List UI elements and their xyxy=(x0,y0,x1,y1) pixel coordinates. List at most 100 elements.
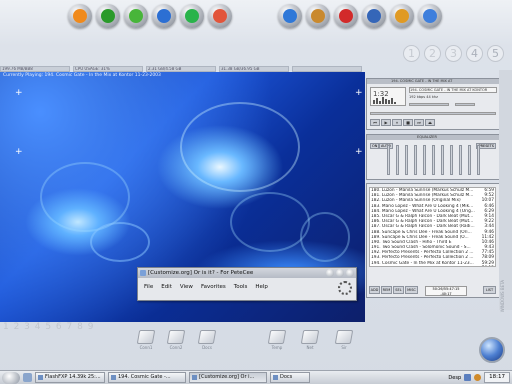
top-dock-left xyxy=(68,4,232,30)
eq-band-slider[interactable] xyxy=(477,145,480,175)
desktop-1-button[interactable]: 1 xyxy=(403,45,420,62)
eq-band-slider[interactable] xyxy=(450,145,453,175)
eq-band-slider[interactable] xyxy=(441,145,444,175)
winamp-visualizer: 1:32 xyxy=(370,87,406,106)
settings-icon[interactable] xyxy=(362,4,386,28)
play-button[interactable]: ▶ xyxy=(381,119,391,126)
winamp-titlebar[interactable]: 194. COSMIC GATE - IN THE MIX AT xyxy=(367,79,499,84)
playlist-list[interactable]: 180. Luzon - Manila Sunrise (Markus Schu… xyxy=(369,187,496,267)
launcher-label: Net xyxy=(306,345,314,350)
menu-view[interactable]: View xyxy=(180,284,193,290)
browser-menubar: File Edit View Favorites Tools Help xyxy=(138,278,356,290)
task-app-icon xyxy=(273,375,278,380)
eq-band-slider[interactable] xyxy=(459,145,462,175)
face-icon[interactable] xyxy=(306,4,330,28)
browser-titlebar[interactable]: [Customize.org] Or is it? - For PeteCee xyxy=(138,268,356,278)
volume-slider[interactable] xyxy=(409,103,449,106)
task-docs[interactable]: Docs xyxy=(270,372,310,383)
eq-on-button[interactable]: ON xyxy=(370,143,380,149)
desktop-5-button[interactable]: 5 xyxy=(487,45,504,62)
winamp-controls: ⏮ ▶ ⏸ ■ ⏭ ⏏ xyxy=(370,119,435,126)
quicklaunch-icon[interactable] xyxy=(23,373,32,382)
seek-bar[interactable] xyxy=(370,112,496,115)
next-button[interactable]: ⏭ xyxy=(414,119,424,126)
net-launcher[interactable]: Net xyxy=(299,330,321,350)
stop-button[interactable]: ■ xyxy=(403,119,413,126)
browser-e-icon[interactable] xyxy=(152,4,176,28)
eq-band-slider[interactable] xyxy=(432,145,435,175)
monitor-icon[interactable] xyxy=(96,4,120,28)
conn2-launcher[interactable]: Conn2 xyxy=(165,330,187,350)
menu-file[interactable]: File xyxy=(144,284,153,290)
winamp-icon[interactable] xyxy=(208,4,232,28)
start-button[interactable] xyxy=(2,371,20,384)
menu-help[interactable]: Help xyxy=(255,284,268,290)
minimize-button[interactable] xyxy=(326,269,334,277)
browser-window[interactable]: [Customize.org] Or is it? - For PeteCee … xyxy=(137,267,357,301)
task-winamp[interactable]: 194. Cosmic Gate -... xyxy=(108,372,186,383)
sir-launcher[interactable]: Sir xyxy=(333,330,355,350)
browser-title: [Customize.org] Or is it? - For PeteCee xyxy=(148,270,254,276)
folder-icon xyxy=(334,330,354,344)
desktop-2-button[interactable]: 2 xyxy=(424,45,441,62)
conn1-launcher[interactable]: Conn1 xyxy=(135,330,157,350)
eq-band-slider[interactable] xyxy=(405,145,408,175)
eq-band-slider[interactable] xyxy=(468,145,471,175)
desktop-4-button[interactable]: 4 xyxy=(466,45,483,62)
lightning-icon[interactable] xyxy=(390,4,414,28)
close-button[interactable] xyxy=(346,269,354,277)
tray-icon[interactable] xyxy=(464,374,472,381)
folder-icon xyxy=(300,330,320,344)
playlist-sel-button[interactable]: SEL xyxy=(393,286,404,294)
network-users-icon[interactable] xyxy=(278,4,302,28)
winamp-equalizer[interactable]: EQUALIZER ON AUTO PRESETS xyxy=(366,134,500,180)
equalizer-titlebar[interactable]: EQUALIZER xyxy=(367,135,499,140)
eject-button[interactable]: ⏏ xyxy=(425,119,435,126)
system-tray: Desp 18:17 xyxy=(448,372,510,383)
play-icon[interactable] xyxy=(418,4,442,28)
tray-icon[interactable] xyxy=(474,374,482,381)
taskbar: FlashFXP 14.39k 25:... 194. Cosmic Gate … xyxy=(0,370,512,384)
playlist-rem-button[interactable]: REM xyxy=(381,286,392,294)
playlist-row[interactable]: 195. VA - CD1 mixed by Markus Gardeweg76… xyxy=(370,266,495,267)
launcher-label: Conn1 xyxy=(139,345,153,350)
task-browser[interactable]: [Customize.org] Or i... xyxy=(189,372,267,383)
globe-icon[interactable] xyxy=(479,337,505,363)
balance-slider[interactable] xyxy=(455,103,475,106)
eq-band-slider[interactable] xyxy=(396,145,399,175)
maximize-button[interactable] xyxy=(336,269,344,277)
winamp-playlist[interactable]: 180. Luzon - Manila Sunrise (Markus Schu… xyxy=(366,183,500,298)
folder-icon xyxy=(136,330,156,344)
desk-label[interactable]: Desp xyxy=(448,375,461,381)
playlist-misc-button[interactable]: MISC xyxy=(405,286,418,294)
eq-preamp-slider[interactable] xyxy=(387,145,390,175)
monitor-icon-glyph xyxy=(101,9,115,23)
eq-band-slider[interactable] xyxy=(423,145,426,175)
task-flashfxp[interactable]: FlashFXP 14.39k 25:... xyxy=(35,372,105,383)
pause-button[interactable]: ⏸ xyxy=(392,119,402,126)
playlist-add-button[interactable]: ADD xyxy=(369,286,380,294)
icq-flower-icon[interactable] xyxy=(124,4,148,28)
plus-icon: + xyxy=(355,147,363,157)
compass-icon-glyph xyxy=(339,9,353,23)
top-dock-right xyxy=(278,4,442,30)
playlist-list-button[interactable]: LIST xyxy=(483,286,496,294)
side-vertical-text: WINDOWS BETA xyxy=(500,280,505,313)
winamp-main-window[interactable]: 194. COSMIC GATE - IN THE MIX AT 1:32 19… xyxy=(366,78,500,130)
folder-icon xyxy=(166,330,186,344)
playlist-time-display: 50:26/55:47:15 -40:17 xyxy=(425,286,467,296)
x-app-icon[interactable] xyxy=(180,4,204,28)
network-users-icon-glyph xyxy=(283,9,297,23)
temp-launcher[interactable]: Temp xyxy=(266,330,288,350)
now-playing-text: Currently Playing: 194. Cosmic Gate - In… xyxy=(3,73,161,78)
desktop-3-button[interactable]: 3 xyxy=(445,45,462,62)
menu-tools[interactable]: Tools xyxy=(234,284,248,290)
menu-edit[interactable]: Edit xyxy=(161,284,172,290)
menu-favorites[interactable]: Favorites xyxy=(201,284,226,290)
compass-icon[interactable] xyxy=(334,4,358,28)
prev-button[interactable]: ⏮ xyxy=(370,119,380,126)
docs-launcher[interactable]: Docs xyxy=(196,330,218,350)
loading-spinner-icon xyxy=(338,281,352,295)
eq-band-slider[interactable] xyxy=(414,145,417,175)
runner-icon[interactable] xyxy=(68,4,92,28)
